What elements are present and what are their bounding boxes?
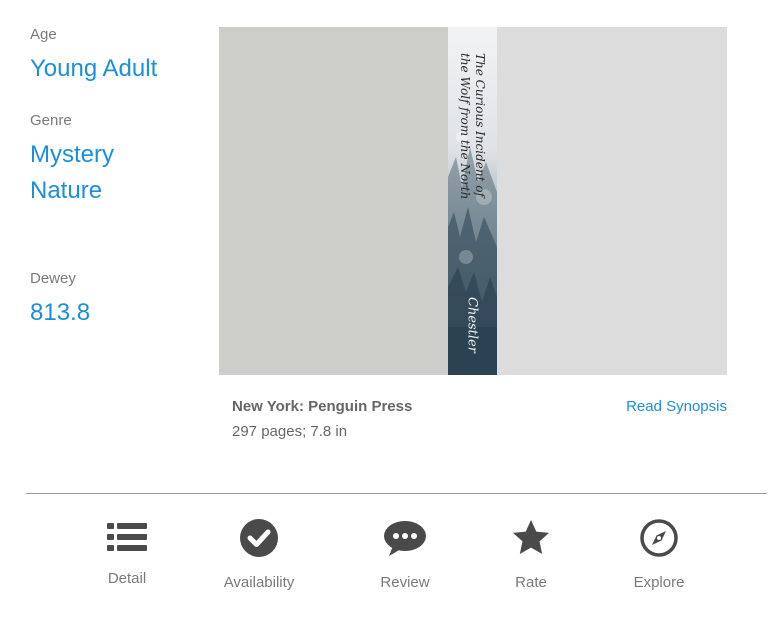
nav-rate-label: Rate xyxy=(515,574,547,591)
dewey-value-link[interactable]: 813.8 xyxy=(30,299,90,327)
dewey-label: Dewey xyxy=(30,270,76,287)
nav-detail-label: Detail xyxy=(107,570,147,587)
nav-availability-label: Availability xyxy=(223,574,295,591)
genre-value-nature-link[interactable]: Nature xyxy=(30,177,102,205)
genre-label: Genre xyxy=(30,112,72,129)
publisher-info: New York: Penguin Press xyxy=(232,398,413,415)
book-spine: The Curious Incident of the Wolf from th… xyxy=(448,27,497,375)
section-divider xyxy=(26,493,767,494)
compass-icon xyxy=(640,519,678,557)
spine-title-line-2: the Wolf from the North xyxy=(458,53,472,200)
book-back-cover xyxy=(219,27,448,375)
nav-detail-button[interactable]: Detail xyxy=(72,518,182,587)
book-front-cover xyxy=(497,27,727,375)
spine-title-line-1: The Curious Incident of xyxy=(473,53,487,197)
spine-title: The Curious Incident of the Wolf from th… xyxy=(457,53,487,200)
nav-review-label: Review xyxy=(380,574,430,591)
nav-review-button[interactable]: Review xyxy=(350,518,460,591)
age-label: Age xyxy=(30,26,57,43)
genre-value-mystery-link[interactable]: Mystery xyxy=(30,141,114,169)
age-value-link[interactable]: Young Adult xyxy=(30,55,157,83)
check-circle-icon xyxy=(240,519,278,557)
book-cover-image: The Curious Incident of the Wolf from th… xyxy=(219,27,727,375)
star-icon xyxy=(513,520,549,554)
nav-rate-button[interactable]: Rate xyxy=(476,518,586,591)
nav-explore-label: Explore xyxy=(633,574,685,591)
speech-bubble-icon xyxy=(384,521,426,556)
nav-availability-button[interactable]: Availability xyxy=(204,518,314,591)
physical-description: 297 pages; 7.8 in xyxy=(232,423,348,440)
spine-author: Chestler xyxy=(464,297,480,353)
nav-explore-button[interactable]: Explore xyxy=(604,518,714,591)
list-icon xyxy=(107,523,147,551)
read-synopsis-link[interactable]: Read Synopsis xyxy=(626,398,727,415)
